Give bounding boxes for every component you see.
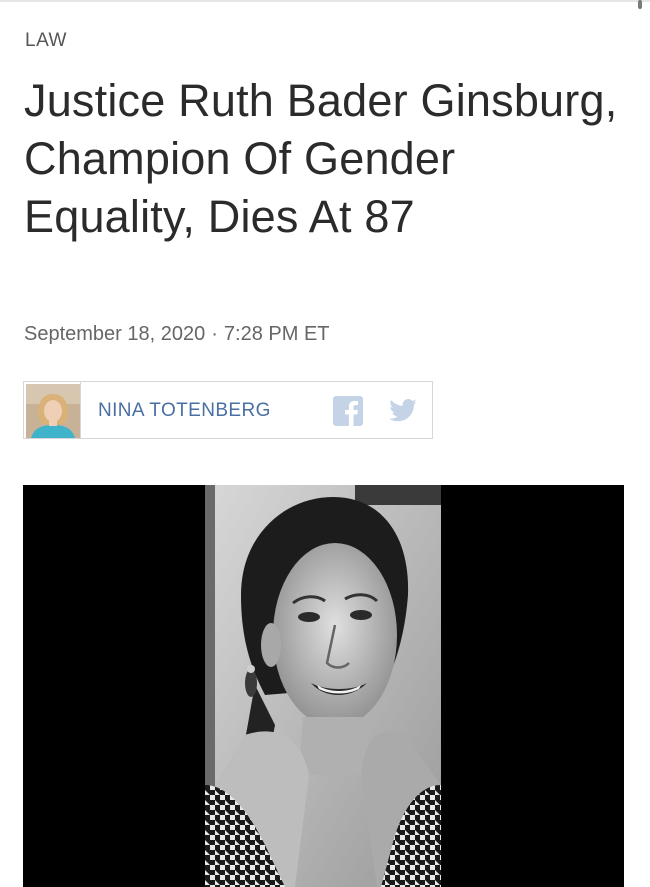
author-avatar[interactable] [26,384,80,438]
article-headline: Justice Ruth Bader Ginsburg, Champion Of… [24,75,618,242]
author-avatar-image [26,384,80,438]
byline-card: NINA TOTENBERG [23,381,433,439]
top-divider [0,0,650,2]
byline-divider [80,382,81,438]
twitter-icon [389,399,417,422]
publish-time: 7:28 PM ET [223,323,330,345]
scroll-indicator[interactable] [638,0,642,9]
facebook-share-button[interactable] [333,396,363,426]
dateline-separator: · [211,323,218,345]
section-link[interactable]: LAW [25,30,67,52]
lead-image-frame[interactable] [23,485,624,887]
lead-photo [205,485,441,887]
article-page: LAW Justice Ruth Bader Ginsburg, Champio… [0,0,650,887]
article-dateline: September 18, 2020 · 7:28 PM ET [24,323,330,346]
facebook-icon [333,396,363,426]
portrait-photo [205,485,441,887]
publish-date: September 18, 2020 [24,323,206,345]
author-name-link[interactable]: NINA TOTENBERG [98,400,271,422]
twitter-share-button[interactable] [388,396,418,426]
